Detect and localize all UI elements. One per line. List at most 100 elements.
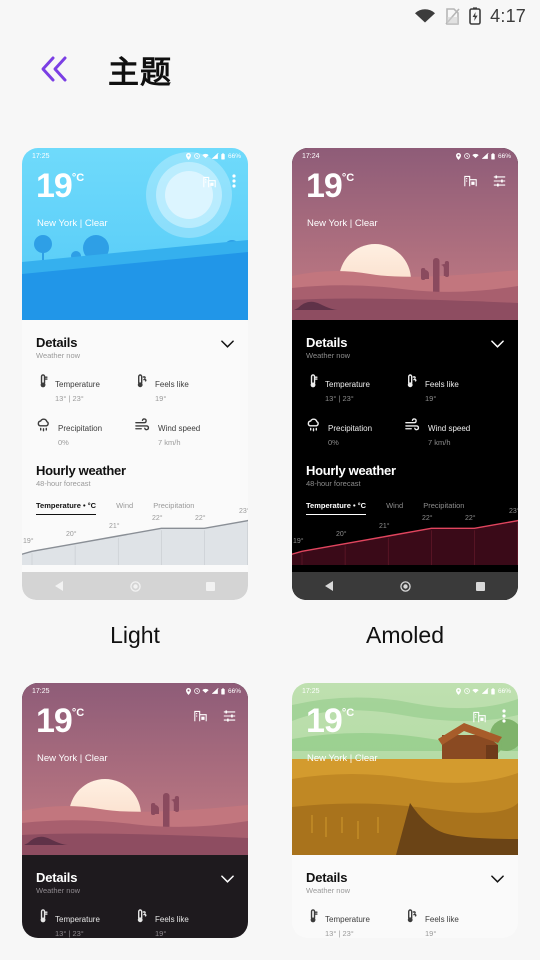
detail-metric: Temperature 13° | 23° xyxy=(36,909,135,938)
desert-sunset-scene: 17:24 66% 19°C New York | Clear xyxy=(292,148,518,320)
theme-preview-dark[interactable]: 17:25 66% 19°C New York | Clear Details … xyxy=(22,683,248,938)
metric-label: Wind speed xyxy=(428,424,471,433)
metric-label: Temperature xyxy=(55,915,100,924)
theme-cell: 17:25 66% 19°C New York | Clear Details … xyxy=(292,683,518,938)
chevron-down-icon[interactable] xyxy=(491,335,504,353)
city-icon[interactable] xyxy=(203,175,216,193)
battery-percent: 66% xyxy=(497,687,511,695)
metric-label: Feels like xyxy=(155,915,189,924)
recents-square-icon[interactable] xyxy=(476,581,486,591)
city-icon[interactable] xyxy=(194,709,207,727)
battery-charging-icon xyxy=(469,7,481,25)
chevron-down-icon[interactable] xyxy=(221,870,234,888)
metric-value: 13° | 23° xyxy=(55,929,84,938)
back-button[interactable] xyxy=(34,49,74,89)
metric-value: 0% xyxy=(58,438,69,447)
metric-value: 19° xyxy=(425,929,437,938)
preview-actions xyxy=(464,174,506,192)
metric-value: 7 km/h xyxy=(158,438,181,447)
list-icon[interactable] xyxy=(223,709,236,727)
metric-value: 13° | 23° xyxy=(325,929,354,938)
wheat-field-scene: 17:25 66% 19°C New York | Clear xyxy=(292,683,518,855)
details-title: Details xyxy=(306,335,348,350)
preview-status-bar: 17:24 66% xyxy=(292,148,518,164)
detail-metric: Wind speed 7 km/h xyxy=(135,418,234,447)
details-title: Details xyxy=(36,870,78,885)
details-panel: Details Weather now Temperature 13° | 23… xyxy=(292,855,518,938)
theme-cell: 17:24 66% 19°C New York | Clear Details … xyxy=(292,148,518,683)
theme-cell: 17:25 66% 19°C New York | Clear Details … xyxy=(22,148,248,683)
metric-label: Precipitation xyxy=(58,424,103,433)
theme-preview-amoled[interactable]: 17:24 66% 19°C New York | Clear Details … xyxy=(292,148,518,600)
battery-percent: 66% xyxy=(227,152,241,160)
page-title: 主题 xyxy=(108,54,172,90)
list-icon[interactable] xyxy=(493,174,506,192)
wifi-icon xyxy=(414,8,436,24)
chevron-down-icon[interactable] xyxy=(491,870,504,888)
city-icon[interactable] xyxy=(464,174,477,192)
detail-metric: Feels like 19° xyxy=(405,374,504,403)
temperature-value: 19 xyxy=(306,167,343,205)
preview-actions xyxy=(473,709,506,728)
double-chevron-left-icon xyxy=(37,54,71,84)
theme-preview-light[interactable]: 17:25 66% 19°C New York | Clear Details … xyxy=(22,148,248,600)
detail-metric: Feels like 19° xyxy=(405,909,504,938)
preview-location: New York | Clear xyxy=(307,753,378,764)
preview-clock: 17:24 xyxy=(302,152,320,160)
overflow-menu-icon[interactable] xyxy=(232,174,236,193)
hourly-title: Hourly weather xyxy=(306,463,396,478)
sim-off-icon xyxy=(445,7,460,25)
detail-metric: Feels like 19° xyxy=(135,374,234,403)
city-icon[interactable] xyxy=(473,710,486,728)
chart-point-label: 22° xyxy=(422,515,433,522)
thermometer-icon xyxy=(306,374,318,394)
preview-nav-bar xyxy=(22,572,248,600)
app-header: 主题 xyxy=(0,32,540,106)
home-circle-icon[interactable] xyxy=(400,580,411,592)
preview-temperature: 19°C xyxy=(306,702,354,740)
back-triangle-icon[interactable] xyxy=(324,581,335,591)
details-subtitle: Weather now xyxy=(36,351,81,360)
chart-point-label: 22° xyxy=(195,515,206,522)
hourly-subtitle: 48-hour forecast xyxy=(306,479,361,488)
preview-location: New York | Clear xyxy=(307,218,378,229)
detail-metric: Feels like 19° xyxy=(135,909,234,938)
preview-temperature: 19°C xyxy=(306,167,354,205)
metric-label: Feels like xyxy=(425,915,459,924)
preview-nav-bar xyxy=(292,572,518,600)
details-header: Details Weather now xyxy=(36,335,234,360)
preview-location: New York | Clear xyxy=(37,753,108,764)
metric-value: 13° | 23° xyxy=(55,394,84,403)
wifi-icon xyxy=(202,688,210,693)
detail-metric: Precipitation 0% xyxy=(306,418,405,447)
preview-status-bar: 17:25 66% xyxy=(22,148,248,164)
chart-point-label: 20° xyxy=(66,531,77,538)
chart-point-label: 20° xyxy=(336,531,347,538)
recents-square-icon[interactable] xyxy=(206,581,216,591)
battery-icon xyxy=(221,687,226,694)
battery-icon xyxy=(221,152,226,159)
alarm-icon xyxy=(194,153,200,159)
thermometer-icon xyxy=(36,374,48,394)
chart-point-label: 23° xyxy=(239,508,248,515)
back-triangle-icon[interactable] xyxy=(54,581,65,591)
theme-preview-farm[interactable]: 17:25 66% 19°C New York | Clear Details … xyxy=(292,683,518,938)
feels-like-icon xyxy=(405,909,418,929)
temperature-value: 19 xyxy=(306,702,343,740)
temperature-unit: °C xyxy=(71,172,85,184)
clock: 4:17 xyxy=(490,5,526,26)
battery-percent: 66% xyxy=(227,687,241,695)
metric-label: Feels like xyxy=(425,380,459,389)
chevron-down-icon[interactable] xyxy=(221,335,234,353)
metric-label: Feels like xyxy=(155,380,189,389)
overflow-menu-icon[interactable] xyxy=(502,709,506,728)
details-panel: Details Weather now Temperature 13° | 23… xyxy=(292,320,518,600)
hourly-weather-section: Hourly weather 48-hour forecast xyxy=(36,463,234,488)
metric-value: 13° | 23° xyxy=(325,394,354,403)
details-metrics: Temperature 13° | 23° Feels like 19° Pre… xyxy=(306,909,504,938)
home-circle-icon[interactable] xyxy=(130,580,141,592)
system-status-bar: 4:17 xyxy=(0,0,540,32)
precipitation-icon xyxy=(36,418,51,437)
details-header: Details Weather now xyxy=(306,870,504,895)
battery-icon xyxy=(491,152,496,159)
